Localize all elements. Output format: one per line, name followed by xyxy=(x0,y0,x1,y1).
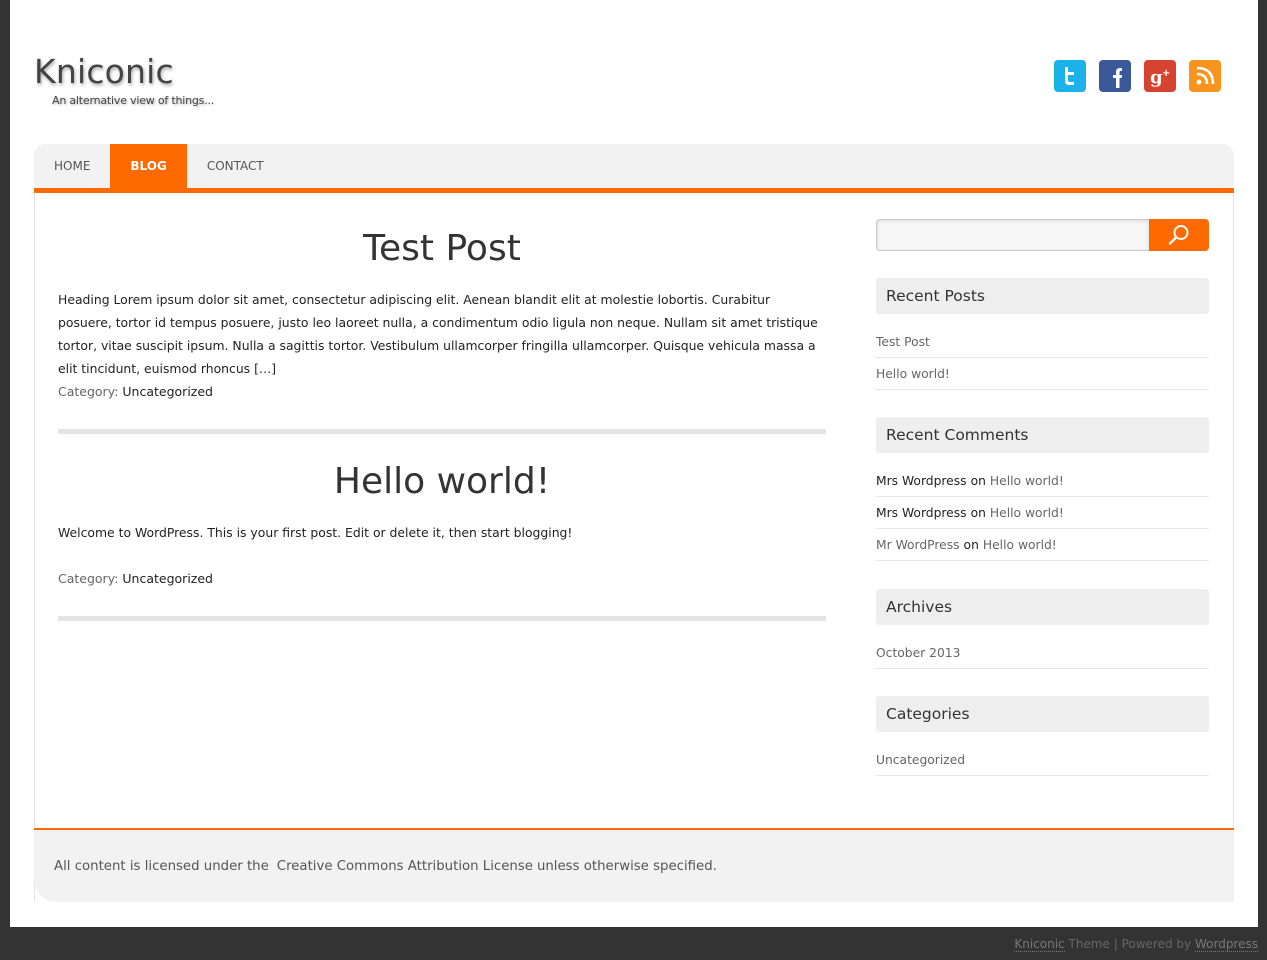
category-label: Category: xyxy=(58,571,119,586)
nav-item-contact[interactable]: CONTACT xyxy=(187,144,284,188)
twitter-button[interactable] xyxy=(1054,60,1086,92)
comment-post-link[interactable]: Hello world! xyxy=(990,506,1064,520)
license-link[interactable]: Creative Commons Attribution License xyxy=(277,859,533,874)
post-divider xyxy=(58,429,826,434)
comment-author: Mrs Wordpress xyxy=(876,473,967,488)
facebook-icon xyxy=(1113,68,1122,88)
comment-on-text: on xyxy=(963,537,979,552)
credits-separator: | xyxy=(1113,937,1118,951)
comment-author: Mrs Wordpress xyxy=(876,505,967,520)
facebook-button[interactable] xyxy=(1099,60,1131,92)
search-icon xyxy=(1168,225,1189,245)
categories-title: Categories xyxy=(876,696,1209,732)
post-title[interactable]: Hello world! xyxy=(58,461,826,502)
social-links: g + xyxy=(1054,60,1221,92)
category-link[interactable]: Uncategorized xyxy=(122,571,213,586)
license-suffix: unless otherwise specified. xyxy=(536,858,717,874)
categories-list: Uncategorized xyxy=(876,744,1209,776)
comment-post-link[interactable]: Hello world! xyxy=(983,538,1057,552)
archives-title: Archives xyxy=(876,589,1209,625)
comment-on-text: on xyxy=(970,473,986,488)
post-title[interactable]: Test Post xyxy=(58,228,826,269)
rss-icon xyxy=(1196,66,1215,85)
page: Kniconic An alternative view of things..… xyxy=(10,0,1258,927)
list-item: Hello world! xyxy=(876,358,1209,390)
twitter-icon xyxy=(1065,67,1074,85)
list-item: Test Post xyxy=(876,326,1209,358)
list-item: Uncategorized xyxy=(876,744,1209,776)
recent-post-link[interactable]: Test Post xyxy=(876,335,930,349)
post-excerpt-wrap: Welcome to WordPress. This is your first… xyxy=(58,521,826,544)
powered-text: Powered by xyxy=(1121,937,1192,951)
comment-post-link[interactable]: Hello world! xyxy=(990,474,1064,488)
recent-posts-title: Recent Posts xyxy=(876,278,1209,314)
theme-link[interactable]: Kniconic xyxy=(1014,937,1065,952)
post-meta: Category: Uncategorized xyxy=(58,571,826,586)
search-button[interactable] xyxy=(1149,219,1209,251)
site-tagline: An alternative view of things... xyxy=(52,94,215,107)
recent-posts-list: Test Post Hello world! xyxy=(876,326,1209,390)
post-excerpt: Welcome to WordPress. This is your first… xyxy=(58,525,573,540)
comment-author-link[interactable]: Mr WordPress xyxy=(876,538,960,552)
archives-list: October 2013 xyxy=(876,637,1209,669)
list-item: Mrs Wordpress on Hello world! xyxy=(876,497,1209,529)
svg-text:+: + xyxy=(1162,68,1170,79)
recent-comments-title: Recent Comments xyxy=(876,417,1209,453)
post-excerpt: Heading Lorem ipsum dolor sit amet, cons… xyxy=(58,292,818,376)
rss-button[interactable] xyxy=(1189,60,1221,92)
post-divider xyxy=(58,616,826,621)
theme-text: Theme xyxy=(1068,937,1110,951)
category-link[interactable]: Uncategorized xyxy=(122,384,213,399)
post: Test Post xyxy=(58,228,826,269)
list-item: Mrs Wordpress on Hello world! xyxy=(876,465,1209,497)
list-item: Mr WordPress on Hello world! xyxy=(876,529,1209,561)
category-link[interactable]: Uncategorized xyxy=(876,753,965,767)
search-form xyxy=(876,219,1209,251)
post-meta: Category: Uncategorized xyxy=(58,384,826,399)
site-credits: Kniconic Theme | Powered by Wordpress xyxy=(1014,937,1258,952)
site-title[interactable]: Kniconic xyxy=(34,52,174,91)
nav-item-home[interactable]: HOME xyxy=(34,144,110,188)
comment-on-text: on xyxy=(970,505,986,520)
recent-comments-list: Mrs Wordpress on Hello world! Mrs Wordpr… xyxy=(876,465,1209,561)
google-plus-button[interactable]: g + xyxy=(1144,60,1176,92)
main-nav: HOME BLOG CONTACT xyxy=(34,144,1234,193)
footer: All content is licensed under the Creati… xyxy=(34,828,1234,902)
post-excerpt-wrap: Heading Lorem ipsum dolor sit amet, cons… xyxy=(58,288,826,380)
google-plus-icon: g + xyxy=(1150,67,1170,88)
wordpress-link[interactable]: Wordpress xyxy=(1194,937,1258,952)
category-label: Category: xyxy=(58,384,119,399)
license-prefix: All content is licensed under the xyxy=(54,858,269,874)
post: Hello world! xyxy=(58,461,826,502)
list-item: October 2013 xyxy=(876,637,1209,669)
recent-post-link[interactable]: Hello world! xyxy=(876,367,950,381)
search-input[interactable] xyxy=(876,219,1149,251)
archive-link[interactable]: October 2013 xyxy=(876,646,960,660)
nav-item-blog[interactable]: BLOG xyxy=(110,144,187,188)
